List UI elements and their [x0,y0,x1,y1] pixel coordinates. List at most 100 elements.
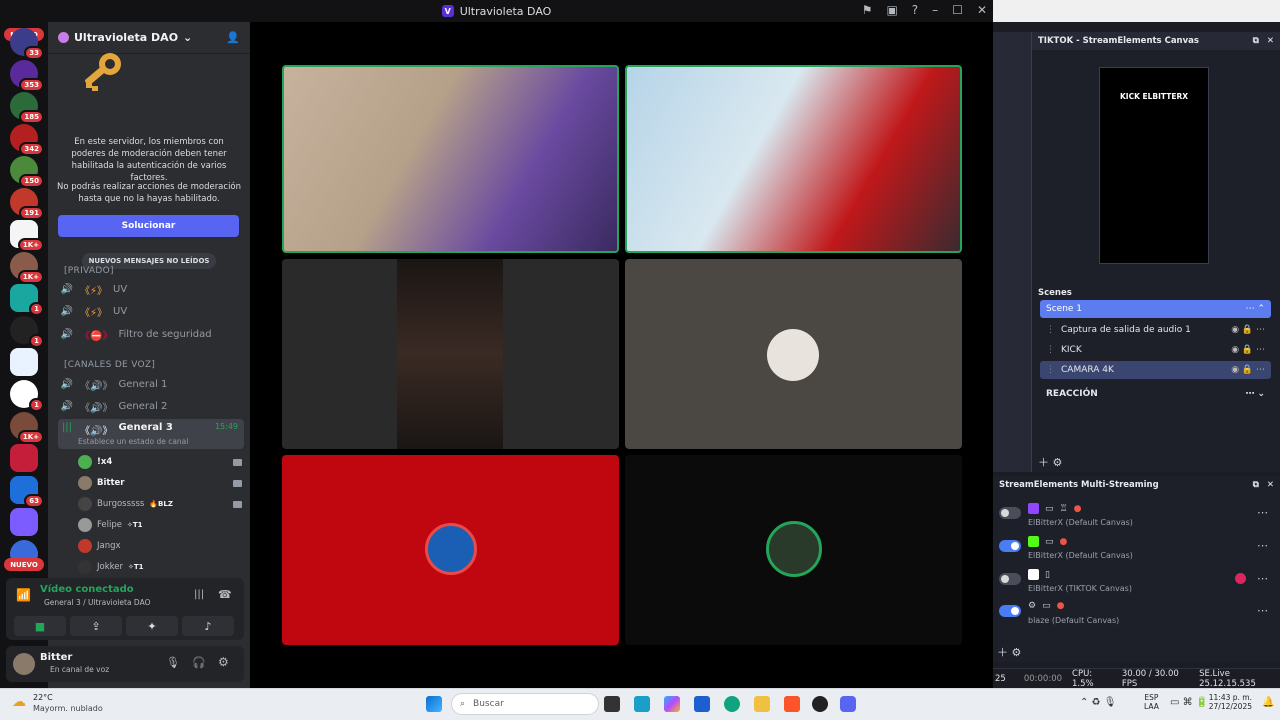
search-box[interactable]: ⌕ Buscar [451,693,599,715]
channel-status[interactable]: Establece un estado de canal [78,437,188,446]
server-icon[interactable]: 1 [10,316,44,348]
task-view-icon[interactable] [604,696,620,712]
source-item-selected[interactable]: ⋮ CAMARA 4K ◉ 🔒 ⋯ [1040,361,1271,379]
server-icon[interactable] [10,444,38,472]
server-icon[interactable]: 191 [10,188,44,220]
store-icon[interactable] [694,696,710,712]
video-tile-6[interactable] [625,455,962,645]
video-tile-4[interactable] [625,259,962,449]
voice-user[interactable]: Felipe ✧T1 [78,516,242,534]
server-icon[interactable]: 1K+ [10,412,44,444]
brave-icon[interactable] [784,696,800,712]
folder-icon[interactable] [754,696,770,712]
copilot-icon[interactable] [664,696,680,712]
fix-button[interactable]: Solucionar [58,215,239,237]
channel-uv-1[interactable]: 🔊 《⚡》 UV [58,279,244,299]
source-item[interactable]: ⋮ Captura de salida de audio 1 ◉ 🔒 ⋯ [1040,321,1271,339]
help-icon[interactable]: ? [912,3,918,17]
stream-row: ▭ ● ElBitterX (Default Canvas) ⋯ [993,533,1280,563]
edge-icon[interactable] [724,696,740,712]
server-icon[interactable]: 185 [10,92,44,124]
add-icon[interactable]: ＋ ⚙ [997,644,1021,660]
video-tile-2[interactable] [625,65,962,253]
toggle[interactable] [999,507,1021,519]
more-icon[interactable]: ⋯ [1257,506,1268,519]
channel-filtro[interactable]: 🔊 《⛔》 Filtro de seguridad [58,324,244,344]
scene-item-active[interactable]: Scene 1 ⋯ ⌃ [1040,300,1271,318]
close-icon[interactable]: ✕ [1267,36,1274,46]
chevron-down-icon[interactable]: ⌄ [183,31,192,44]
server-icon[interactable]: 353 [10,60,44,92]
snipping-icon[interactable] [634,696,650,712]
disconnect-icon[interactable]: ☎ [218,588,232,601]
avatar[interactable] [13,653,35,675]
tray-icons[interactable]: ⌃ ♻ 🎙 [1080,697,1116,708]
error-icon[interactable] [1235,573,1246,584]
more-icon[interactable]: ⋯ [1257,539,1268,552]
popout-icon[interactable]: ⧉ [1253,36,1259,46]
category-private[interactable]: [PRIVADO] [64,266,114,276]
soundboard-button[interactable]: ♪ [182,616,234,636]
add-member-icon[interactable]: 👤 [226,31,240,44]
screen-icon[interactable]: ▣ [886,3,897,17]
server-icon-home[interactable]: 33 [10,28,44,60]
toggle[interactable] [999,540,1021,552]
scenes-title: Scenes [1038,288,1072,298]
toggle[interactable] [999,573,1021,585]
activities-button[interactable]: ✦ [126,616,178,636]
screen-share-button[interactable]: ⇪ [70,616,122,636]
mic-icon[interactable]: 🎙 [166,656,180,669]
server-icon[interactable]: 1K+ [10,252,44,284]
server-name[interactable]: Ultravioleta DAO [74,31,178,44]
clock[interactable]: 11:43 p. m. 27/12/2025 [1208,693,1252,711]
server-icon[interactable] [10,508,38,536]
channel-uv-2[interactable]: 🔊 《⚡》 UV [58,301,244,321]
voice-status-subtitle[interactable]: General 3 / Ultravioleta DAO [44,598,150,607]
server-icon[interactable]: 150 [10,156,44,188]
flag-icon[interactable]: ⚑ [862,3,873,17]
signal-icon[interactable]: 📶 [16,588,31,602]
category-voice[interactable]: [CANALES DE VOZ] [64,360,155,370]
video-tile-3[interactable] [282,259,619,449]
toggle[interactable] [999,605,1021,617]
close-button[interactable]: ✕ [977,3,987,17]
more-icon[interactable]: ⋯ [1257,604,1268,617]
headphones-icon[interactable]: 🎧 [192,656,206,669]
voice-user[interactable]: Jangx [78,537,242,555]
minimize-button[interactable]: – [932,3,938,17]
network-volume-icons[interactable]: ▭ ⌘ 🔋 [1170,697,1208,708]
weather-desc[interactable]: Mayorm. nublado [33,704,103,713]
server-icon[interactable]: 1K+ [10,220,44,252]
source-item[interactable]: ⋮ KICK ◉ 🔒 ⋯ [1040,341,1271,359]
close-icon[interactable]: ✕ [1267,480,1274,490]
add-icon[interactable]: ＋ ⚙ [1038,454,1062,470]
server-icon[interactable]: 1 [10,284,44,316]
camera-button[interactable]: ■ [14,616,66,636]
more-icon[interactable]: ⋯ [1257,572,1268,585]
notification-icon[interactable]: 🔔 [1262,697,1274,708]
obs-icon[interactable] [812,696,828,712]
weather-icon[interactable]: ☁ [12,694,26,710]
discord-icon[interactable] [840,696,856,712]
scene-group[interactable]: REACCIÓN ⋯ ⌄ [1040,385,1271,403]
server-icon[interactable]: 1 [10,380,44,412]
maximize-button[interactable]: ☐ [952,3,963,17]
voice-user[interactable]: Bitter [78,474,242,492]
video-tile-1[interactable] [282,65,619,253]
voice-user[interactable]: Jokker ✧T1 [78,558,242,576]
channel-general-2[interactable]: 🔊 《🔊》 General 2 [58,396,244,416]
channel-general-1[interactable]: 🔊 《🔊》 General 1 [58,374,244,394]
voice-user[interactable]: Burgosssss 🔥BLZ [78,495,242,513]
popout-icon[interactable]: ⧉ [1253,480,1259,490]
start-icon[interactable] [426,696,442,712]
voice-user[interactable]: !x4 [78,453,242,471]
server-icon[interactable]: 63 [10,476,44,508]
gear-icon[interactable]: ⚙ [218,655,229,669]
lang-indicator[interactable]: ESP LAA [1144,693,1159,711]
server-icon[interactable]: 342 [10,124,44,156]
noise-suppression-icon[interactable]: ||| [194,589,204,600]
weather-temp[interactable]: 22°C [33,693,53,702]
camera-icon [233,500,242,508]
video-tile-5[interactable] [282,455,619,645]
server-icon[interactable] [10,348,38,376]
